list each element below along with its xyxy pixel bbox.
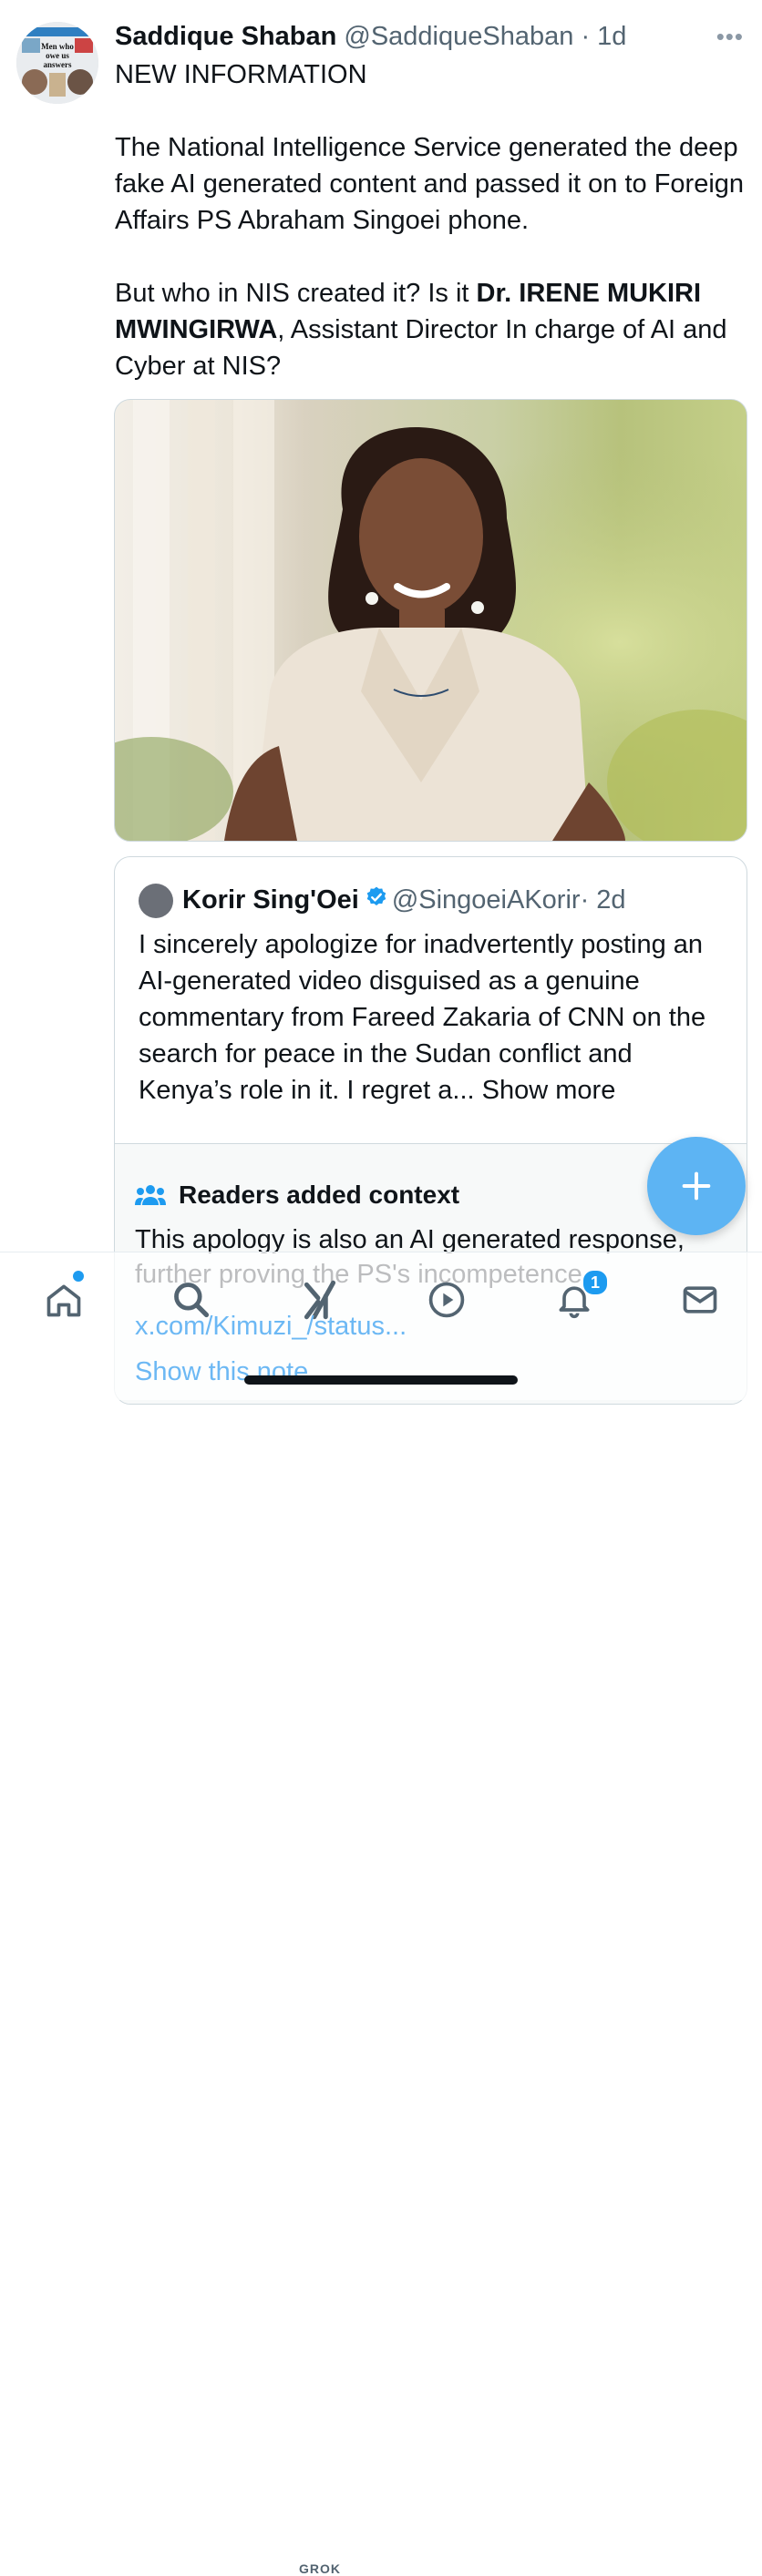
- tweet-body: NEW INFORMATION The National Intelligenc…: [115, 56, 753, 384]
- tab-video[interactable]: [419, 1273, 474, 1327]
- people-icon: [135, 1185, 166, 1205]
- more-dots-icon[interactable]: •••: [716, 20, 744, 53]
- quoted-author-avatar[interactable]: [139, 884, 173, 919]
- tweet-time[interactable]: · 1d: [581, 22, 626, 51]
- avatar-headline-2: owe us: [46, 51, 69, 60]
- tweet-paragraph-3: But who in NIS created it? Is it Dr. IRE…: [115, 275, 753, 384]
- woman-portrait-image: [115, 400, 747, 841]
- p3-bold-1: Dr. IRENE MUKIRI: [476, 279, 702, 308]
- play-icon: [428, 1282, 465, 1318]
- community-note-link[interactable]: x.com/Kimuzi_/status...: [135, 1312, 407, 1342]
- verified-badge-icon: [365, 884, 388, 918]
- home-indicator[interactable]: [244, 1375, 518, 1385]
- author-handle[interactable]: @SaddiqueShaban: [344, 22, 573, 51]
- notifications-badge: 1: [582, 1269, 609, 1296]
- tweet-photo[interactable]: [114, 399, 747, 842]
- avatar-headline-1: Men who: [41, 42, 74, 51]
- avatar-headline-3: answers: [44, 60, 72, 69]
- author-avatar[interactable]: Men who owe us answers: [16, 22, 98, 104]
- home-icon: [46, 1284, 81, 1317]
- tweet-line-1: NEW INFORMATION: [115, 60, 367, 89]
- quoted-author-name[interactable]: Korir Sing'Oei: [182, 885, 359, 915]
- quoted-author-handle[interactable]: @SingoeiAKorir: [392, 885, 581, 915]
- p3-bold-2: MWINGIRWA: [115, 315, 278, 344]
- tweet-header: Saddique Shaban @SaddiqueShaban · 1d •••: [115, 20, 744, 56]
- tweet-paragraph-2: The National Intelligence Service genera…: [115, 133, 745, 235]
- tab-home[interactable]: [36, 1273, 91, 1327]
- quoted-tweet-header: Korir Sing'Oei @SingoeiAKorir· 2d: [139, 883, 626, 919]
- author-name[interactable]: Saddique Shaban: [115, 22, 336, 51]
- newspaper-avatar-image: Men who owe us answers: [16, 22, 98, 104]
- home-new-dot: [73, 1271, 84, 1282]
- quoted-tweet-text: I sincerely apologize for inadvertently …: [139, 926, 731, 1109]
- community-note-title-text: Readers added context: [179, 1181, 460, 1209]
- quoted-tweet-body: I sincerely apologize for inadvertently …: [139, 930, 706, 1105]
- compose-button[interactable]: [647, 1137, 746, 1235]
- tab-messages[interactable]: [673, 1273, 727, 1327]
- p3-start: But who in NIS created it? Is it: [115, 279, 477, 308]
- quoted-tweet-time[interactable]: · 2d: [581, 885, 626, 915]
- plus-icon: [682, 1171, 711, 1201]
- mail-icon: [683, 1286, 717, 1314]
- community-note-title: Readers added context: [135, 1181, 459, 1210]
- show-more-link[interactable]: Show more: [482, 1076, 616, 1105]
- grok-label: GROK: [299, 2561, 341, 2576]
